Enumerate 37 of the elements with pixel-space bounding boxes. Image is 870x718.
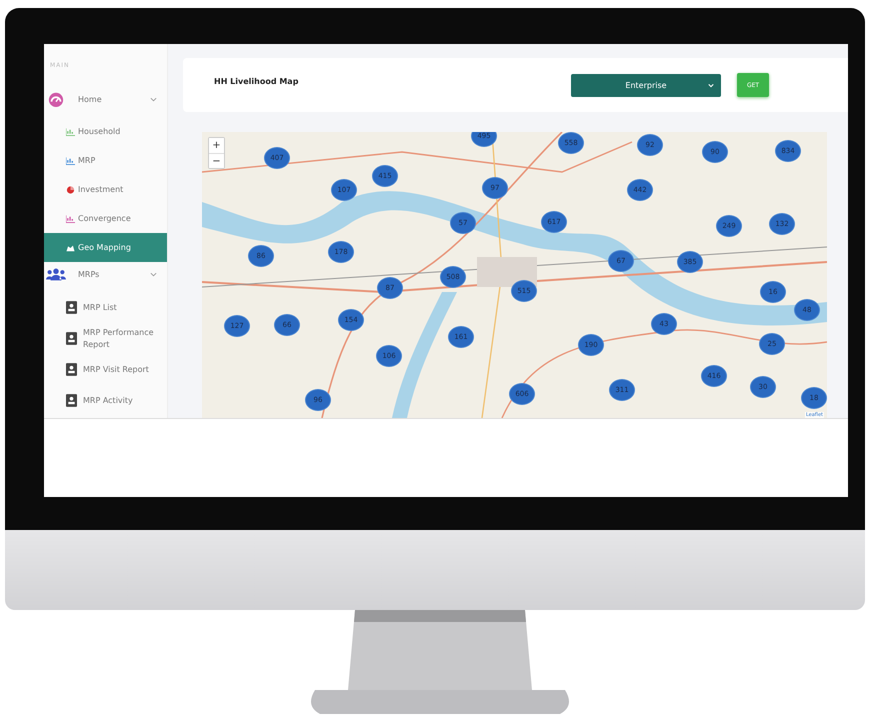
item-label: MRP Performance Report (83, 326, 155, 350)
item-label: MRP Visit Report (83, 364, 150, 376)
users-icon (46, 266, 66, 282)
chart-icon (66, 214, 75, 222)
page-title: HH Livelihood Map (214, 76, 300, 86)
item-label: MRP Activity (83, 394, 134, 406)
chart-icon (66, 128, 75, 136)
sidebar-item[interactable]: MRP List (44, 292, 167, 323)
contact-icon (66, 301, 77, 314)
sidebar-group[interactable]: MRPs (44, 262, 167, 286)
contact-icon (66, 394, 77, 407)
sidebar-item[interactable]: Convergence (44, 204, 167, 233)
pie-chart-icon (66, 186, 75, 194)
group-label: Home (78, 94, 103, 104)
chevron-icon (150, 272, 157, 276)
sidebar-item[interactable]: Investment (44, 175, 167, 204)
sidebar-item[interactable]: Household (44, 117, 167, 146)
sidebar-item[interactable]: MRP Performance Report (44, 323, 167, 354)
item-label: Investment (78, 185, 124, 194)
group-label: MRPs (78, 270, 100, 278)
contact-icon (66, 332, 77, 345)
caret-icon (708, 82, 714, 88)
contact-icon (66, 363, 77, 376)
sidebar-group[interactable]: Home (44, 87, 167, 111)
sidebar-item[interactable]: MRP Visit Report (44, 354, 167, 385)
category-select[interactable]: Enterprise (571, 74, 721, 96)
item-label: MRP (78, 156, 96, 165)
zoom-out-button[interactable]: − (209, 153, 224, 168)
sidebar-item[interactable]: Geo Mapping (44, 233, 167, 262)
chevron-icon (150, 96, 157, 102)
item-label: MRP List (83, 302, 118, 314)
item-label: Convergence (78, 214, 131, 223)
sidebar-item[interactable]: MRP Activity (44, 385, 167, 416)
sidebar-item[interactable]: MRP (44, 146, 167, 175)
chart-icon (66, 156, 75, 164)
item-label: Household (78, 127, 120, 136)
item-label: Geo Mapping (78, 243, 131, 252)
